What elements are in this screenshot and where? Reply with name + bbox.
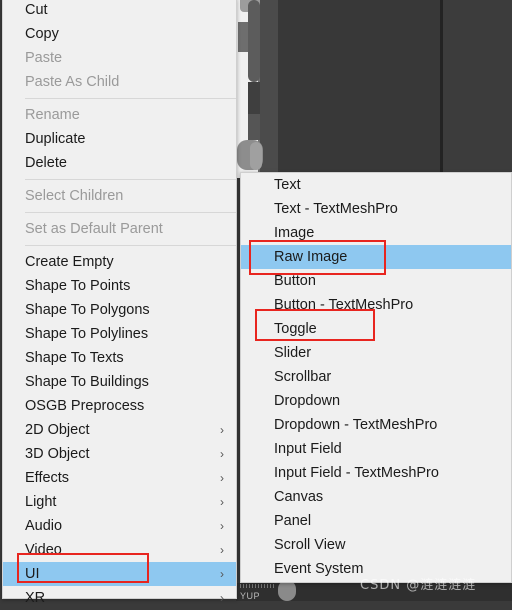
toolbar-ticks [240,584,274,588]
submenu-item-label: Dropdown - TextMeshPro [274,417,438,433]
menu-item-label: Paste As Child [25,74,120,90]
menu-separator [25,245,236,246]
menu-item-label: Shape To Polygons [25,302,150,318]
submenu-item-label: Button [274,273,316,289]
submenu-item-input-field[interactable]: Input Field [241,437,511,461]
submenu-item-label: Scroll View [274,537,346,553]
menu-item-shape-to-points[interactable]: Shape To Points [3,274,236,298]
chevron-right-icon: › [220,423,224,437]
menu-item-xr[interactable]: XR › [3,586,236,610]
menu-item-label: Shape To Polylines [25,326,149,342]
chevron-right-icon: › [220,543,224,557]
submenu-item-dropdown-textmeshpro[interactable]: Dropdown - TextMeshPro [241,413,511,437]
annotation-box-ui [17,553,149,583]
submenu-item-input-field-textmeshpro[interactable]: Input Field - TextMeshPro [241,461,511,485]
ui-submenu[interactable]: Text Text - TextMeshPro Image Raw Image Butt… [240,172,512,583]
menu-item-shape-to-polygons[interactable]: Shape To Polygons [3,298,236,322]
submenu-item-scrollbar[interactable]: Scrollbar [241,365,511,389]
chevron-right-icon: › [220,471,224,485]
hierarchy-scroll-track-2[interactable] [248,114,260,140]
menu-separator [25,179,236,180]
menu-item-2d-object[interactable]: 2D Object › [3,418,236,442]
menu-item-label: Create Empty [25,254,114,270]
submenu-item-canvas[interactable]: Canvas [241,485,511,509]
chevron-right-icon: › [220,519,224,533]
submenu-item-label: Input Field [274,441,342,457]
menu-separator [25,212,236,213]
hierarchy-object-pill-2 [250,142,262,170]
chevron-right-icon: › [220,567,224,581]
menu-item-shape-to-buildings[interactable]: Shape To Buildings [3,370,236,394]
submenu-item-label: Panel [274,513,312,529]
menu-item-label: 3D Object [25,446,90,462]
chevron-right-icon: › [220,591,224,605]
menu-separator [25,98,236,99]
menu-item-duplicate[interactable]: Duplicate [3,127,236,151]
submenu-item-scroll-view[interactable]: Scroll View [241,533,511,557]
menu-item-label: Paste [25,50,63,66]
menu-item-label: Cut [25,2,48,18]
submenu-item-label: Text - TextMeshPro [274,201,398,217]
editor-inspector-panel [443,0,512,178]
menu-item-audio[interactable]: Audio › [3,514,236,538]
menu-item-osgb-preprocess[interactable]: OSGB Preprocess [3,394,236,418]
menu-item-label: Shape To Points [25,278,131,294]
menu-item-label: Set as Default Parent [25,221,163,237]
hierarchy-scroll-track[interactable] [248,82,260,114]
submenu-item-label: Canvas [274,489,324,505]
menu-item-rename: Rename [3,103,236,127]
menu-item-3d-object[interactable]: 3D Object › [3,442,236,466]
menu-item-create-empty[interactable]: Create Empty [3,250,236,274]
menu-item-label: XR [25,590,46,606]
submenu-item-panel[interactable]: Panel [241,509,511,533]
hierarchy-context-menu[interactable]: Cut Copy Paste Paste As Child Rename Duplicat… [2,0,237,606]
chevron-right-icon: › [220,495,224,509]
menu-item-paste: Paste [3,46,236,70]
menu-item-label: Duplicate [25,131,86,147]
annotation-box-toggle [255,309,375,341]
submenu-item-label: Input Field - TextMeshPro [274,465,439,481]
menu-item-label: Rename [25,107,80,123]
chevron-right-icon: › [220,447,224,461]
menu-item-label: Effects [25,470,70,486]
menu-item-effects[interactable]: Effects › [3,466,236,490]
annotation-box-raw-image [249,240,386,275]
toolbar-knob[interactable] [278,580,296,601]
menu-item-shape-to-polylines[interactable]: Shape To Polylines [3,322,236,346]
menu-item-paste-as-child: Paste As Child [3,70,236,94]
hierarchy-scrollbar-thumb[interactable] [248,0,260,82]
submenu-item-label: Slider [274,345,312,361]
menu-item-copy[interactable]: Copy [3,22,236,46]
menu-item-label: Light [25,494,57,510]
submenu-item-label: Image [274,225,315,241]
context-menu-items: Cut Copy Paste Paste As Child Rename Duplicat… [3,0,236,610]
menu-item-label: Audio [25,518,63,534]
menu-item-select-children: Select Children [3,184,236,208]
menu-item-light[interactable]: Light › [3,490,236,514]
menu-item-shape-to-texts[interactable]: Shape To Texts [3,346,236,370]
ui-submenu-items: Text Text - TextMeshPro Image Raw Image Butt… [241,173,511,581]
menu-item-label: Shape To Texts [25,350,124,366]
submenu-item-label: Scrollbar [274,369,332,385]
submenu-item-label: Dropdown [274,393,341,409]
submenu-item-dropdown[interactable]: Dropdown [241,389,511,413]
submenu-item-text-textmeshpro[interactable]: Text - TextMeshPro [241,197,511,221]
submenu-item-text[interactable]: Text [241,173,511,197]
submenu-item-slider[interactable]: Slider [241,341,511,365]
menu-item-label: 2D Object [25,422,90,438]
menu-item-label: Shape To Buildings [25,374,149,390]
submenu-item-label: Event System [274,561,364,577]
menu-item-label: Select Children [25,188,124,204]
menu-item-label: Copy [25,26,59,42]
menu-item-label: Delete [25,155,67,171]
toolbar-axis-label: YUP [240,591,261,601]
submenu-item-event-system[interactable]: Event System [241,557,511,581]
menu-item-set-as-default-parent: Set as Default Parent [3,217,236,241]
editor-scene-panel [278,0,444,178]
submenu-item-label: Text [274,177,301,193]
menu-item-delete[interactable]: Delete [3,151,236,175]
menu-item-cut[interactable]: Cut [3,0,236,22]
menu-item-label: OSGB Preprocess [25,398,145,414]
